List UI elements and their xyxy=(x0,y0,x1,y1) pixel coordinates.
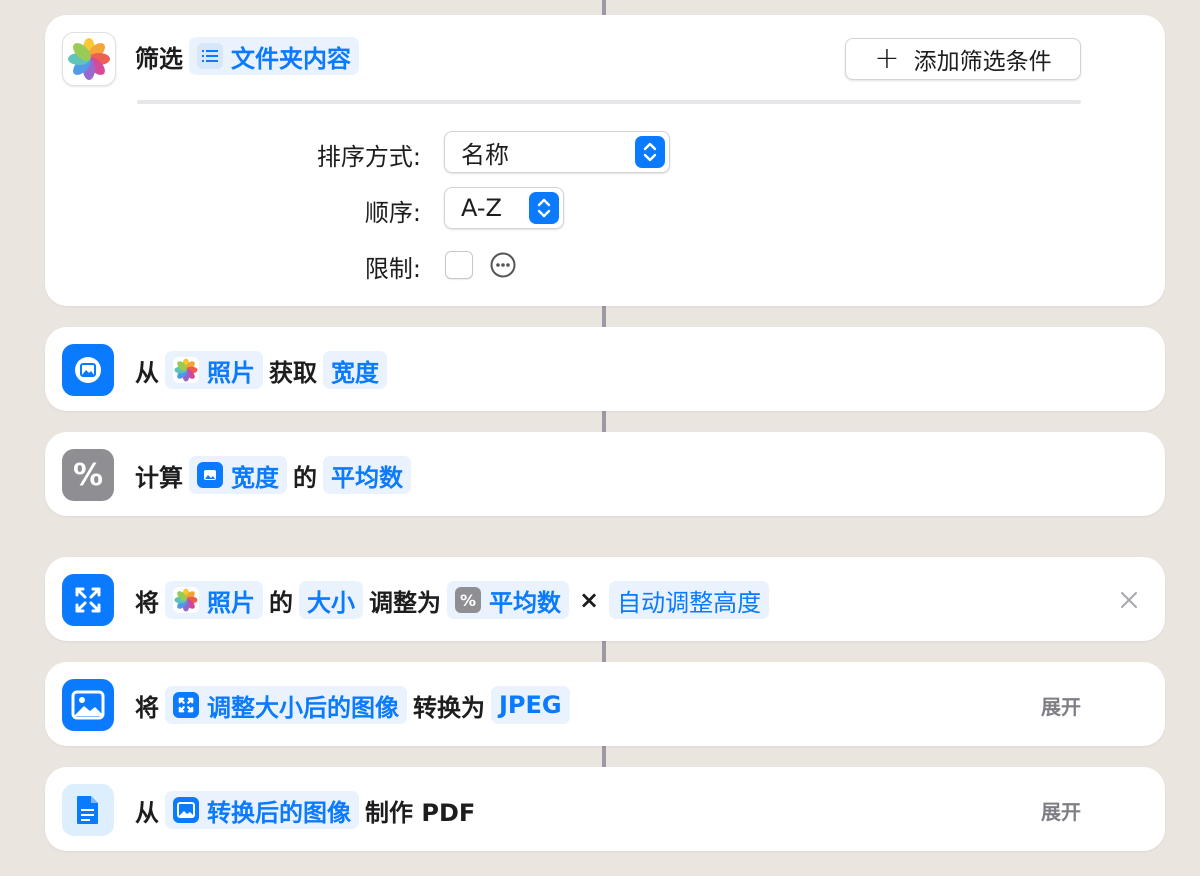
word-of: 的 xyxy=(269,588,293,617)
average-label: 平均数 xyxy=(489,588,561,617)
auto-height-token[interactable]: 自动调整高度 xyxy=(609,581,770,619)
word-make-pdf: 制作 PDF xyxy=(365,798,476,827)
resized-image-token[interactable]: 调整大小后的图像 xyxy=(165,686,407,724)
sort-label: 排序方式: xyxy=(316,143,421,171)
average-token[interactable]: 平均数 xyxy=(323,456,411,494)
filter-sentence: 筛选 文件夹内容 xyxy=(135,37,365,75)
times-sign: × xyxy=(579,586,600,614)
divider xyxy=(137,100,1081,104)
plus-icon: + xyxy=(874,41,900,76)
word-get: 获取 xyxy=(269,358,317,387)
size-label: 大小 xyxy=(307,588,355,617)
resize-icon xyxy=(173,692,199,718)
format-label: JPEG xyxy=(499,691,562,719)
photos-app-icon xyxy=(62,32,116,86)
width-label: 宽度 xyxy=(231,463,279,492)
add-filter-label: 添加筛选条件 xyxy=(913,49,1052,75)
expand-button[interactable]: 展开 xyxy=(1041,691,1081,720)
get-details-sentence: 从 照片 获取 宽度 xyxy=(135,351,393,389)
expand-button[interactable]: 展开 xyxy=(1041,796,1081,825)
calculate-statistics-action[interactable]: % 计算 宽度 的 平均数 xyxy=(45,432,1165,516)
auto-height-label: 自动调整高度 xyxy=(617,588,762,617)
width-token[interactable]: 宽度 xyxy=(323,351,387,389)
resized-image-label: 调整大小后的图像 xyxy=(207,693,399,722)
word-convert-to: 转换为 xyxy=(413,693,485,722)
flow-connector xyxy=(602,0,606,16)
make-pdf-sentence: 从 转换后的图像 制作 PDF xyxy=(135,791,481,829)
calculate-sentence: 计算 宽度 的 平均数 xyxy=(135,456,417,494)
flow-connector xyxy=(602,306,606,328)
make-pdf-action[interactable]: 从 转换后的图像 制作 PDF 展开 xyxy=(45,767,1165,851)
resize-icon xyxy=(62,574,114,626)
limit-label: 限制: xyxy=(364,255,421,283)
add-filter-button[interactable]: + 添加筛选条件 xyxy=(845,38,1081,80)
converted-image-label: 转换后的图像 xyxy=(207,798,351,827)
resize-image-action[interactable]: 将 照片 的 大小 调整为 % 平均数 × 自动调整高度 xyxy=(45,557,1165,641)
flow-connector xyxy=(602,641,606,663)
word-from: 从 xyxy=(135,798,159,827)
word-will: 将 xyxy=(135,693,159,722)
up-down-chevron-icon xyxy=(529,192,559,224)
word-adjust-to: 调整为 xyxy=(369,588,441,617)
resize-sentence: 将 照片 的 大小 调整为 % 平均数 × 自动调整高度 xyxy=(135,581,775,619)
order-label: 顺序: xyxy=(364,199,421,227)
average-variable-token[interactable]: % 平均数 xyxy=(447,581,569,619)
flow-connector xyxy=(602,746,606,768)
order-value: A-Z xyxy=(461,194,502,222)
percent-icon: % xyxy=(455,587,481,613)
photos-icon xyxy=(173,587,199,613)
average-label: 平均数 xyxy=(331,463,403,492)
convert-sentence: 将 调整大小后的图像 转换为 JPEG xyxy=(135,686,576,724)
folder-contents-label: 文件夹内容 xyxy=(231,44,351,73)
photos-token[interactable]: 照片 xyxy=(165,581,263,619)
list-icon xyxy=(197,43,223,69)
shortcut-editor: 筛选 文件夹内容 + 添加筛选条件 排序方式: 名称 顺序: A-Z 限制: 从… xyxy=(0,0,1200,876)
filter-photos-action[interactable]: 筛选 文件夹内容 + 添加筛选条件 排序方式: 名称 顺序: A-Z 限制: xyxy=(45,15,1165,306)
size-token[interactable]: 大小 xyxy=(299,581,363,619)
word-from: 从 xyxy=(135,358,159,387)
image-icon xyxy=(62,344,114,396)
format-token[interactable]: JPEG xyxy=(491,686,570,724)
up-down-chevron-icon xyxy=(635,136,665,168)
convert-image-action[interactable]: 将 调整大小后的图像 转换为 JPEG 展开 xyxy=(45,662,1165,746)
document-icon xyxy=(62,784,114,836)
image-icon xyxy=(173,797,199,823)
sort-by-popup[interactable]: 名称 xyxy=(444,131,670,173)
filter-verb: 筛选 xyxy=(135,44,183,73)
converted-image-token[interactable]: 转换后的图像 xyxy=(165,791,359,829)
folder-contents-token[interactable]: 文件夹内容 xyxy=(189,37,359,75)
photos-icon xyxy=(173,357,199,383)
limit-checkbox[interactable] xyxy=(445,251,473,279)
percent-icon: % xyxy=(62,449,114,501)
word-calculate: 计算 xyxy=(135,463,183,492)
width-label: 宽度 xyxy=(331,358,379,387)
close-icon[interactable] xyxy=(1119,590,1139,610)
more-options-icon[interactable] xyxy=(490,252,516,278)
get-details-action[interactable]: 从 照片 获取 宽度 xyxy=(45,327,1165,411)
photos-token[interactable]: 照片 xyxy=(165,351,263,389)
image-icon xyxy=(197,462,223,488)
word-will: 将 xyxy=(135,588,159,617)
width-variable-token[interactable]: 宽度 xyxy=(189,456,287,494)
order-popup[interactable]: A-Z xyxy=(444,187,564,229)
flow-connector xyxy=(602,411,606,433)
word-of: 的 xyxy=(293,463,317,492)
sort-value: 名称 xyxy=(461,140,509,169)
photos-label: 照片 xyxy=(207,358,255,387)
photo-icon xyxy=(62,679,114,731)
photos-label: 照片 xyxy=(207,588,255,617)
